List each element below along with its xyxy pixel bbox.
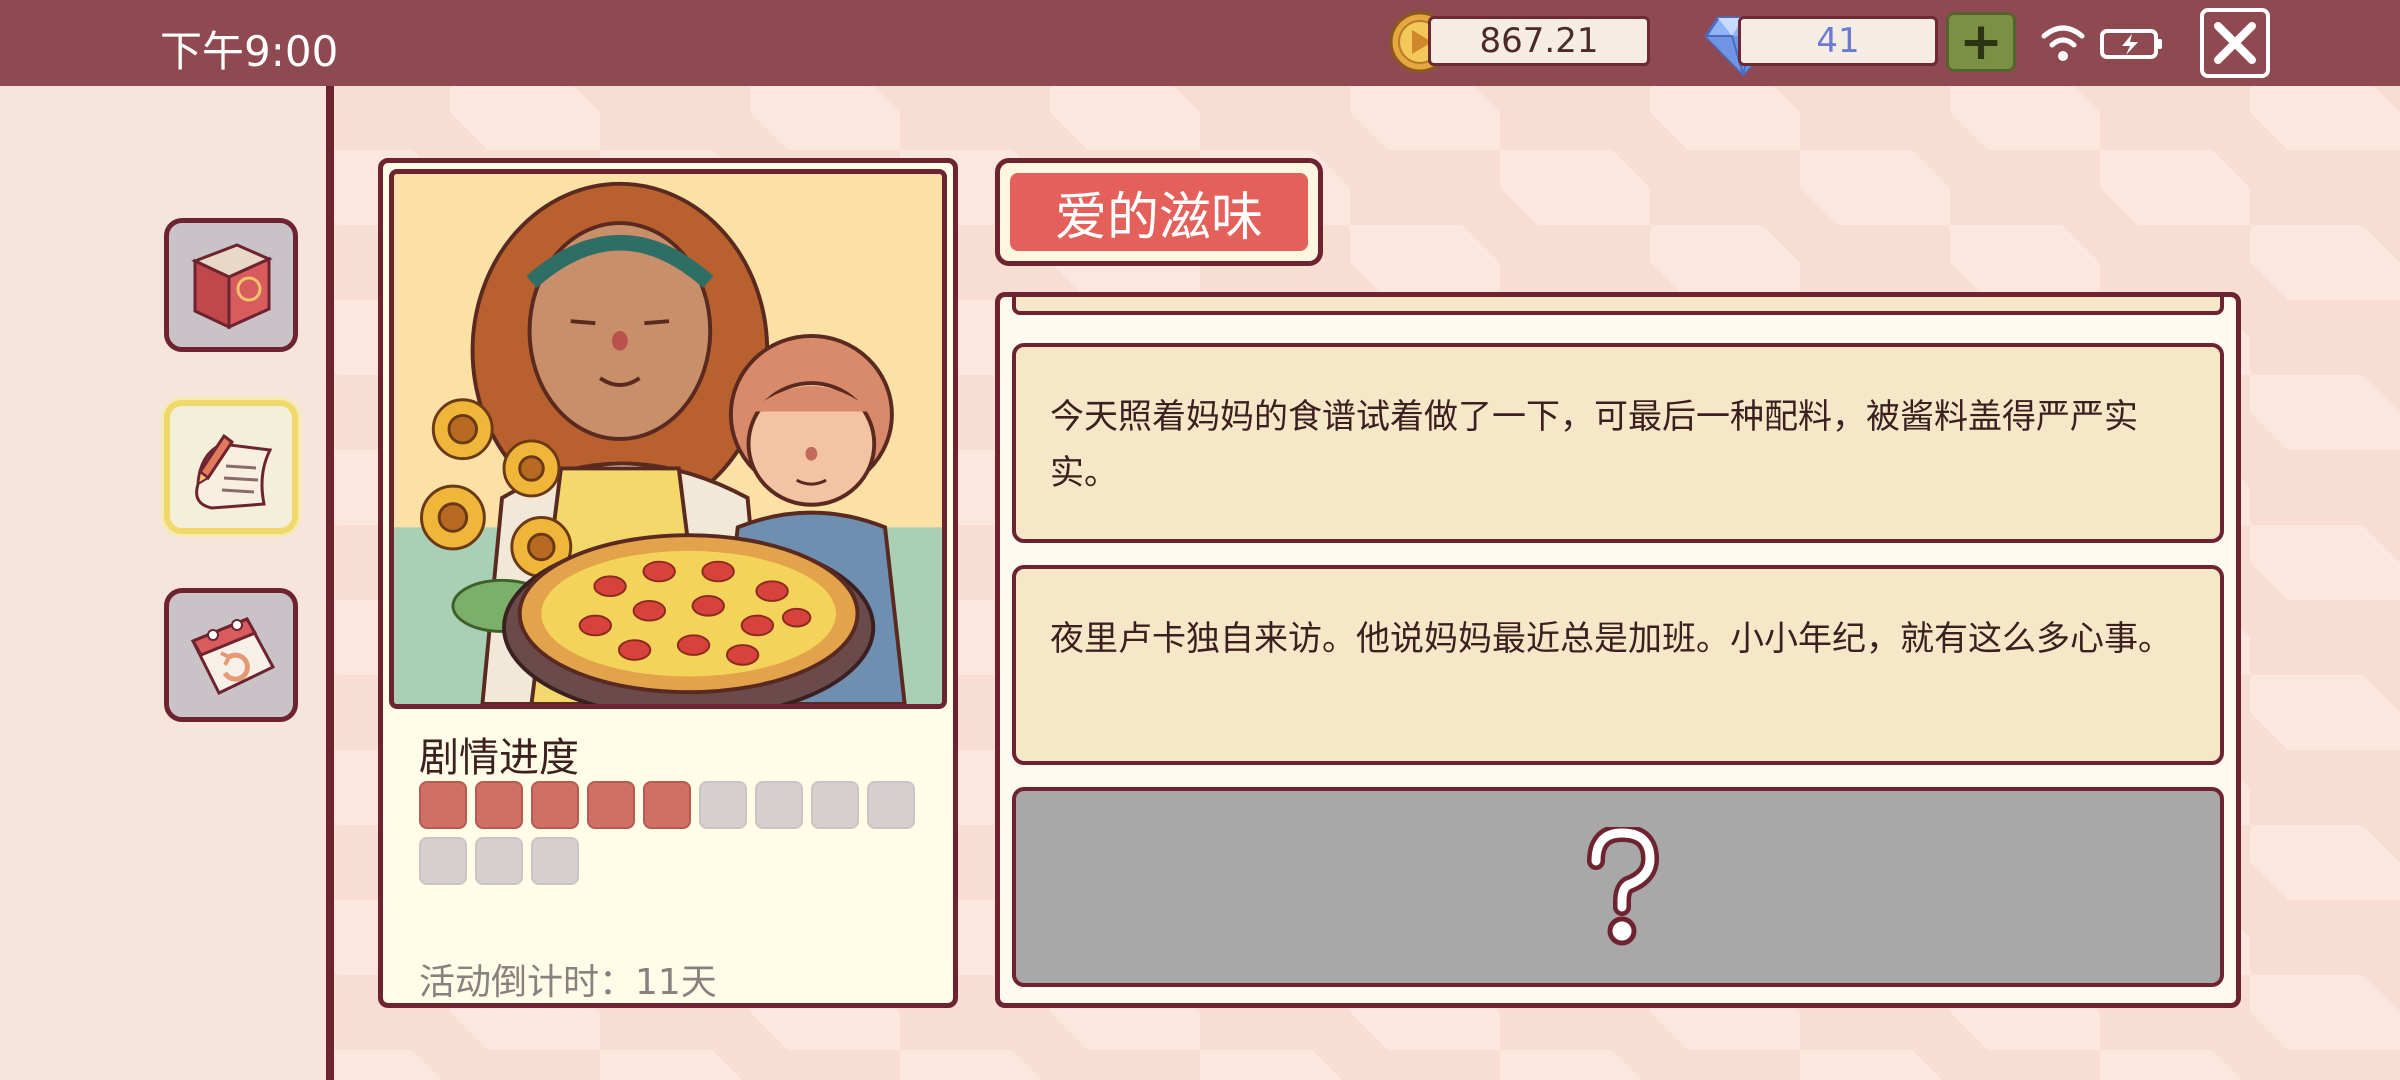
gem-balance: 41 — [1738, 16, 1938, 66]
story-entries-panel[interactable]: 今天照着妈妈的食谱试着做了一下，可最后一种配料，被酱料盖得严严实实。 夜里卢卡独… — [995, 292, 2241, 1008]
previous-entry-edge — [1012, 297, 2224, 315]
story-card: 剧情进度 活动倒计时：11天 — [378, 158, 958, 1008]
top-bar: 下午9:00 867.21 41 + — [0, 0, 2400, 86]
coin-balance: 867.21 — [1428, 16, 1650, 66]
progress-segment-filled — [643, 781, 691, 829]
progress-segment-filled — [419, 781, 467, 829]
progress-segment-filled — [587, 781, 635, 829]
progress-segment-empty — [531, 837, 579, 885]
add-gems-button[interactable]: + — [1946, 12, 2016, 72]
progress-segment-empty — [699, 781, 747, 829]
status-time: 下午9:00 — [160, 27, 339, 76]
recipe-book-button[interactable] — [164, 218, 298, 352]
progress-segment-empty — [811, 781, 859, 829]
progress-segment-empty — [419, 837, 467, 885]
wifi-icon — [2041, 25, 2085, 61]
progress-segment-filled — [475, 781, 523, 829]
progress-segment-empty — [755, 781, 803, 829]
diary-button[interactable] — [164, 400, 298, 534]
question-mark-icon — [1587, 827, 1660, 946]
story-illustration — [389, 169, 947, 709]
side-panel-divider — [326, 86, 334, 1080]
calendar-rewind-icon — [190, 617, 276, 695]
progress-segment-empty — [867, 781, 915, 829]
story-title: 爱的滋味 — [1010, 173, 1308, 251]
battery-charging-icon — [2100, 29, 2162, 59]
event-countdown: 活动倒计时：11天 — [419, 962, 717, 1003]
calendar-button[interactable] — [164, 588, 298, 722]
progress-segment-filled — [531, 781, 579, 829]
recipe-book-icon — [191, 243, 273, 330]
story-progress-bar — [419, 781, 939, 885]
progress-title: 剧情进度 — [419, 735, 579, 781]
locked-story-entry[interactable] — [1012, 787, 2224, 987]
story-entry: 今天照着妈妈的食谱试着做了一下，可最后一种配料，被酱料盖得严严实实。 — [1012, 343, 2224, 543]
diary-scroll-icon — [195, 433, 273, 510]
close-button[interactable] — [2200, 8, 2270, 78]
close-icon — [2214, 22, 2256, 64]
progress-segment-empty — [475, 837, 523, 885]
story-title-badge: 爱的滋味 — [995, 158, 1323, 266]
story-entry: 夜里卢卡独自来访。他说妈妈最近总是加班。小小年纪，就有这么多心事。 — [1012, 565, 2224, 765]
